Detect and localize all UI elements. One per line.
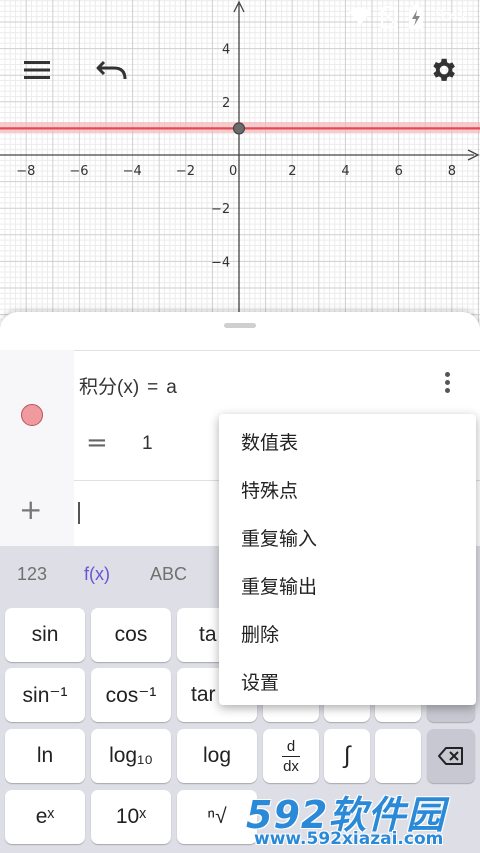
divider	[74, 350, 480, 351]
hamburger-menu-icon[interactable]	[24, 60, 50, 80]
x-tick-label: −6	[69, 164, 88, 179]
y-tick-label: 2	[222, 96, 230, 111]
menu-item-table-of-values[interactable]: 数值表	[241, 428, 298, 455]
status-bar: 3:42	[0, 0, 480, 34]
expression-equals: =	[147, 377, 159, 398]
key-blank[interactable]	[375, 729, 421, 783]
x-tick-label: 2	[288, 164, 296, 179]
graph-point[interactable]	[232, 122, 246, 135]
key-sin[interactable]: sin	[5, 608, 85, 662]
menu-item-duplicate-output[interactable]: 重复输出	[241, 572, 317, 599]
x-tick-label: 6	[395, 164, 403, 179]
key-derivative[interactable]: d dx	[263, 729, 319, 783]
key-log10[interactable]: log₁₀	[91, 729, 171, 783]
y-tick-label: −2	[211, 202, 230, 217]
add-item-icon[interactable]: +	[19, 496, 42, 524]
no-sim-icon	[380, 6, 398, 28]
key-arccos[interactable]: cos⁻¹	[91, 668, 171, 722]
key-cos[interactable]: cos	[91, 608, 171, 662]
battery-charging-icon	[409, 5, 423, 29]
site-watermark: 592软件园 www.592xiazai.com	[240, 782, 480, 853]
backspace-icon	[438, 747, 463, 765]
menu-item-delete[interactable]: 删除	[241, 620, 279, 647]
gear-icon[interactable]	[428, 55, 458, 85]
derivative-denominator: dx	[283, 757, 299, 775]
key-exp[interactable]: eˣ	[5, 790, 85, 844]
tab-abc[interactable]: ABC	[150, 564, 187, 585]
context-menu: 数值表 特殊点 重复输入 重复输出 删除 设置	[219, 414, 476, 705]
menu-item-settings[interactable]: 设置	[241, 668, 279, 695]
fraction-bar	[282, 755, 300, 757]
y-tick-label: −4	[211, 255, 230, 270]
drag-handle[interactable]	[224, 323, 256, 328]
visibility-toggle-marble[interactable]	[21, 404, 43, 426]
x-tick-label: −4	[123, 164, 142, 179]
key-backspace[interactable]	[427, 729, 475, 783]
menu-item-special-points[interactable]: 特殊点	[241, 476, 298, 503]
key-ln[interactable]: ln	[5, 729, 85, 783]
x-tick-label: 0	[229, 164, 237, 179]
x-tick-label: 8	[448, 164, 456, 179]
key-integral[interactable]: ∫	[324, 729, 370, 783]
x-tick-label: −2	[176, 164, 195, 179]
expression-rhs: a	[166, 377, 177, 398]
algebra-input-row[interactable]: 积分(x) = a	[79, 372, 185, 399]
more-options-icon[interactable]	[445, 372, 451, 396]
input-caret[interactable]	[78, 502, 80, 524]
status-time: 3:42	[434, 6, 468, 25]
key-arcsin[interactable]: sin⁻¹	[5, 668, 85, 722]
output-value: 1	[142, 433, 153, 454]
tab-functions[interactable]: f(x)	[84, 564, 110, 585]
x-tick-label: −8	[16, 164, 35, 179]
undo-icon[interactable]	[96, 58, 128, 82]
key-log-base[interactable]: log	[177, 729, 257, 783]
x-tick-label: 4	[341, 164, 349, 179]
graphics-view[interactable]: −8 −6 −4 −2 0 2 4 6 8 4 2 −2 −4	[0, 0, 480, 330]
tab-123[interactable]: 123	[17, 564, 47, 585]
wifi-icon	[349, 7, 371, 25]
watermark-url: www.592xiazai.com	[254, 829, 444, 849]
menu-item-duplicate-input[interactable]: 重复输入	[241, 524, 317, 551]
key-pow10[interactable]: 10ˣ	[91, 790, 171, 844]
derivative-numerator: d	[286, 737, 296, 755]
y-tick-label: 4	[222, 43, 230, 58]
expression-lhs: 积分(x)	[79, 377, 140, 398]
output-equals-symbol: =	[86, 428, 108, 458]
